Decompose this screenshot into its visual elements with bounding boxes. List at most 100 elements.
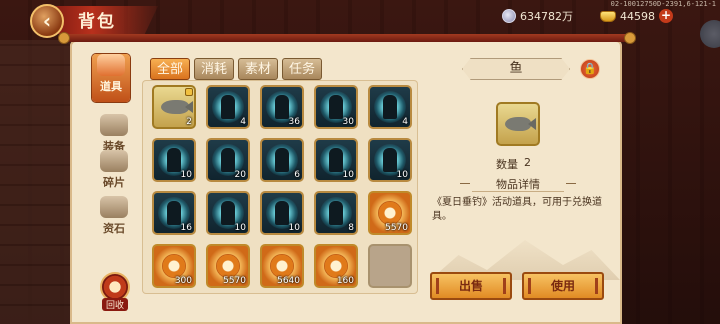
item-count: 10 (180, 170, 192, 180)
token-emblem-icon (324, 254, 348, 278)
hero-silhouette-icon (221, 201, 235, 225)
item-slot[interactable]: 2 (152, 85, 196, 129)
item-count: 2 (186, 117, 192, 127)
item-slot[interactable]: 160 (314, 244, 358, 288)
item-slot[interactable]: 10 (206, 191, 250, 235)
back-arrow-icon: ‹ (42, 9, 52, 33)
item-slot[interactable]: 20 (206, 138, 250, 182)
gold-amount: 44598 (620, 9, 655, 23)
lock-button[interactable]: 🔒 (580, 59, 600, 79)
item-slot[interactable]: 5570 (206, 244, 250, 288)
token-emblem-icon (270, 254, 294, 278)
item-count: 4 (402, 117, 408, 127)
item-description: 《夏日垂钓》活动道具，可用于兑换道具。 (432, 197, 602, 222)
hero-silhouette-icon (167, 148, 181, 172)
item-count: 4 (240, 117, 246, 127)
add-gold-button[interactable]: + (659, 9, 673, 23)
item-count: 5570 (223, 276, 246, 286)
token-emblem-icon (216, 254, 240, 278)
item-count: 10 (396, 170, 408, 180)
hero-silhouette-icon (167, 201, 181, 225)
token-emblem-icon (162, 254, 186, 278)
quantity-row: 数量 2 (496, 156, 531, 172)
tab-consumable[interactable]: 消耗 (194, 58, 235, 80)
item-slot[interactable]: 300 (152, 244, 196, 288)
item-count: 20 (234, 170, 246, 180)
gold-ingot-icon (600, 10, 616, 22)
hero-silhouette-icon (329, 95, 343, 119)
hero-silhouette-icon (221, 148, 235, 172)
item-count: 10 (234, 223, 246, 233)
item-slot[interactable]: 10 (152, 138, 196, 182)
item-slot[interactable]: 6 (260, 138, 304, 182)
item-slot[interactable]: 30 (314, 85, 358, 129)
item-count: 6 (294, 170, 300, 180)
item-slot[interactable]: 16 (152, 191, 196, 235)
hero-silhouette-icon (383, 148, 397, 172)
item-count: 36 (288, 117, 300, 127)
item-count: 8 (348, 223, 354, 233)
item-slot[interactable]: 36 (260, 85, 304, 129)
bag-icon (97, 54, 125, 76)
tab-all[interactable]: 全部 (150, 58, 191, 80)
item-grid: 2 4 36 30 4 10 20 6 10 10 16 10 10 8 5570 300 5570 5640 16… (142, 80, 418, 294)
token-emblem-icon (378, 201, 402, 225)
item-slot[interactable]: 10 (260, 191, 304, 235)
item-count: 16 (180, 223, 192, 233)
quantity-value: 2 (524, 156, 531, 169)
lock-icon (185, 88, 193, 96)
item-slot[interactable]: 5640 (260, 244, 304, 288)
silver-amount: 634782万 (520, 10, 573, 23)
item-slot[interactable]: 4 (206, 85, 250, 129)
fish-tail (185, 101, 193, 113)
rod-cap-left (58, 32, 70, 44)
background-lattice (0, 40, 70, 324)
item-count: 5570 (385, 223, 408, 233)
fish-tail (528, 118, 536, 130)
sidebar-item-props[interactable]: 道具 (92, 54, 130, 102)
item-slot[interactable]: 4 (368, 85, 412, 129)
gold-currency: 44598 + (600, 7, 673, 25)
hero-silhouette-icon (221, 95, 235, 119)
filter-tabs: 全部 消耗 素材 任务 (150, 58, 323, 80)
sidebar-item-label: 资石 (103, 222, 125, 235)
tab-material[interactable]: 素材 (238, 58, 279, 80)
rod-cap-right (624, 32, 636, 44)
hero-silhouette-icon (275, 201, 289, 225)
tab-quest[interactable]: 任务 (282, 58, 323, 80)
sidebar-item-label: 碎片 (103, 176, 125, 189)
panel-rod (62, 34, 630, 42)
item-details-title: 物品详情 (460, 176, 576, 192)
item-count: 160 (336, 276, 354, 286)
silver-coin-icon (502, 9, 516, 23)
hero-silhouette-icon (329, 201, 343, 225)
item-count: 30 (342, 117, 354, 127)
item-name-banner: 鱼 (462, 58, 570, 80)
sidebar-item-stones[interactable]: 资石 (94, 196, 134, 242)
item-count: 5640 (277, 276, 300, 286)
item-count: 300 (174, 276, 192, 286)
stone-icon (100, 196, 128, 218)
recycle-label: 回收 (101, 298, 128, 311)
armor-icon (100, 114, 128, 136)
item-slot[interactable]: 8 (314, 191, 358, 235)
sidebar-item-fragments[interactable]: 碎片 (94, 150, 134, 196)
recycle-button[interactable]: 回收 (96, 272, 134, 316)
selected-item-icon (496, 102, 540, 146)
item-count: 10 (288, 223, 300, 233)
sell-button[interactable]: 出售 (430, 272, 512, 300)
hero-silhouette-icon (275, 148, 289, 172)
lock-icon: 🔒 (583, 62, 597, 75)
use-button[interactable]: 使用 (522, 272, 604, 300)
puzzle-icon (100, 150, 128, 172)
item-slot[interactable]: 5570 (368, 191, 412, 235)
quantity-label: 数量 (496, 158, 518, 171)
item-slot[interactable]: 10 (314, 138, 358, 182)
build-id-text: 02-10012750D-2391,6-121-1 (610, 0, 716, 8)
side-menu-orb[interactable] (700, 20, 720, 48)
sidebar-item-label: 道具 (100, 80, 122, 93)
empty-slot (368, 244, 412, 288)
item-slot[interactable]: 10 (368, 138, 412, 182)
hero-silhouette-icon (329, 148, 343, 172)
item-count: 10 (342, 170, 354, 180)
